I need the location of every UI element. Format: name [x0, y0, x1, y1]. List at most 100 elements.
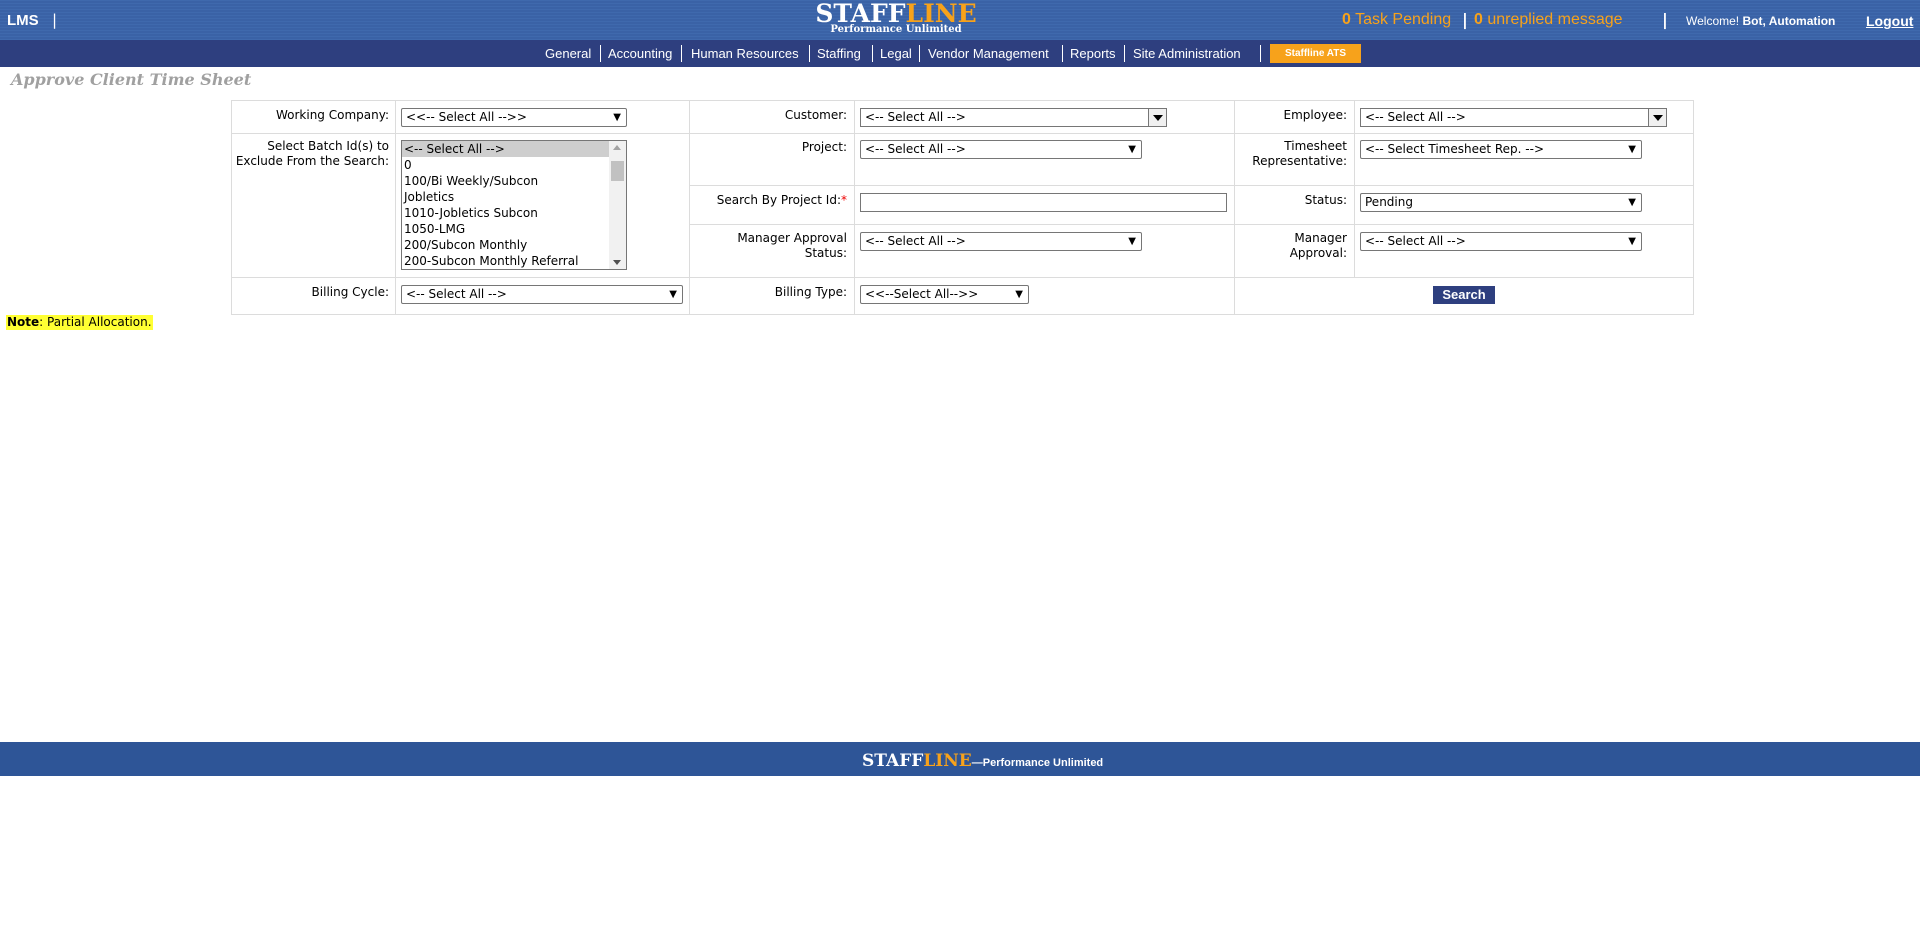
billing-type-select[interactable]: <<--Select All-->> ▼ — [860, 285, 1029, 304]
task-pending-link[interactable]: 0 Task Pending — [1342, 11, 1451, 29]
chevron-down-icon: ▼ — [1015, 289, 1023, 300]
staffline-ats-button[interactable]: Staffline ATS — [1270, 44, 1361, 63]
welcome-label: Welcome! — [1686, 14, 1740, 28]
list-item[interactable]: <-- Select All --> — [402, 141, 626, 157]
footer-logo-staff: STAFF — [862, 751, 924, 771]
task-count: 0 — [1342, 11, 1351, 28]
manager-approval-select[interactable]: <-- Select All --> ▼ — [1360, 232, 1642, 251]
logout-link[interactable]: Logout — [1866, 13, 1913, 29]
scroll-down-icon[interactable] — [613, 260, 621, 265]
nav-divider — [1260, 45, 1261, 62]
page-title: Approve Client Time Sheet — [11, 70, 252, 89]
search-button[interactable]: Search — [1433, 286, 1495, 304]
nav-vendor-management[interactable]: Vendor Management — [928, 46, 1049, 61]
header-divider: | — [1462, 10, 1468, 29]
chevron-down-icon: ▼ — [1128, 236, 1136, 247]
project-label: Project: — [801, 140, 847, 154]
list-item[interactable]: 1010-Jobletics Subcon — [402, 205, 626, 221]
nav-reports[interactable]: Reports — [1070, 46, 1116, 61]
billing-cycle-value: <-- Select All --> — [406, 287, 507, 301]
chevron-down-icon: ▼ — [1628, 197, 1636, 208]
list-item[interactable]: 0 — [402, 157, 626, 173]
message-label: unreplied message — [1487, 11, 1623, 28]
list-item[interactable]: 100/Bi Weekly/Subcon — [402, 173, 626, 189]
listbox-scrollbar[interactable] — [609, 141, 626, 269]
partial-allocation-note: Note: Partial Allocation. — [6, 315, 153, 330]
batch-exclude-label: Select Batch Id(s) to Exclude From the S… — [235, 139, 389, 168]
billing-cycle-select[interactable]: <-- Select All --> ▼ — [401, 285, 683, 304]
list-item[interactable]: Jobletics — [402, 189, 626, 205]
header-divider: | — [1662, 10, 1668, 29]
note-prefix: Note — [7, 315, 40, 329]
dropdown-arrow-icon[interactable] — [1648, 109, 1666, 126]
nav-divider — [809, 45, 810, 62]
nav-site-administration[interactable]: Site Administration — [1133, 46, 1241, 61]
customer-value: <-- Select All --> — [865, 110, 966, 124]
footer-tagline: —Performance Unlimited — [971, 757, 1104, 769]
manager-approval-label: Manager Approval: — [1289, 231, 1347, 260]
project-select[interactable]: <-- Select All --> ▼ — [860, 140, 1142, 159]
employee-value: <-- Select All --> — [1365, 110, 1466, 124]
manager-approval-status-value: <-- Select All --> — [865, 234, 966, 248]
scroll-up-icon[interactable] — [613, 145, 621, 150]
nav-accounting[interactable]: Accounting — [608, 46, 672, 61]
staffline-logo[interactable]: STAFFLINE Performance Unlimited — [813, 0, 979, 38]
unreplied-message-link[interactable]: 0 unreplied message — [1474, 11, 1623, 29]
footer: STAFFLINE—Performance Unlimited — [0, 742, 1920, 776]
project-id-input[interactable] — [860, 193, 1227, 212]
scrollbar-thumb[interactable] — [611, 161, 624, 181]
user-name: Bot, Automation — [1742, 14, 1836, 28]
status-value: Pending — [1365, 195, 1413, 209]
top-header: LMS | STAFFLINE Performance Unlimited 0 … — [0, 0, 1920, 40]
batch-listbox[interactable]: <-- Select All --> 0 100/Bi Weekly/Subco… — [401, 140, 627, 270]
footer-logo-line: LINE — [923, 751, 972, 771]
working-company-label: Working Company: — [275, 108, 389, 122]
billing-cycle-label: Billing Cycle: — [311, 285, 389, 299]
status-label: Status: — [1304, 193, 1347, 207]
list-item[interactable]: 1050-LMG — [402, 221, 626, 237]
nav-divider — [872, 45, 873, 62]
customer-combobox[interactable]: <-- Select All --> — [860, 108, 1167, 127]
working-company-value: <<-- Select All -->> — [406, 110, 527, 124]
required-mark: * — [841, 193, 847, 207]
nav-legal[interactable]: Legal — [880, 46, 912, 61]
project-id-label: Search By Project Id:* — [692, 193, 847, 208]
project-value: <-- Select All --> — [865, 142, 966, 156]
list-item[interactable]: 200/Subcon Monthly — [402, 237, 626, 253]
dropdown-arrow-icon[interactable] — [1148, 109, 1166, 126]
nav-general[interactable]: General — [545, 46, 591, 61]
chevron-down-icon: ▼ — [1628, 144, 1636, 155]
nav-divider — [1062, 45, 1063, 62]
nav-divider — [1124, 45, 1125, 62]
manager-approval-status-select[interactable]: <-- Select All --> ▼ — [860, 232, 1142, 251]
billing-type-label: Billing Type: — [774, 285, 847, 299]
employee-label: Employee: — [1283, 108, 1347, 122]
status-select[interactable]: Pending ▼ — [1360, 193, 1642, 212]
chevron-down-icon: ▼ — [1128, 144, 1136, 155]
footer-logo: STAFFLINE—Performance Unlimited — [862, 751, 1103, 771]
nav-divider — [919, 45, 920, 62]
manager-approval-status-label: Manager Approval Status: — [737, 231, 847, 260]
manager-approval-value: <-- Select All --> — [1365, 234, 1466, 248]
timesheet-rep-select[interactable]: <-- Select Timesheet Rep. --> ▼ — [1360, 140, 1642, 159]
nav-divider — [600, 45, 601, 62]
main-nav: General Accounting Human Resources Staff… — [0, 40, 1920, 67]
app-name[interactable]: LMS — [7, 12, 39, 29]
chevron-down-icon: ▼ — [669, 289, 677, 300]
working-company-select[interactable]: <<-- Select All -->> ▼ — [401, 108, 627, 127]
chevron-down-icon: ▼ — [1628, 236, 1636, 247]
task-label: Task Pending — [1355, 11, 1452, 28]
nav-human-resources[interactable]: Human Resources — [691, 46, 799, 61]
nav-staffing[interactable]: Staffing — [817, 46, 861, 61]
chevron-down-icon: ▼ — [613, 112, 621, 123]
billing-type-value: <<--Select All-->> — [865, 287, 979, 301]
welcome-text: Welcome! Bot, Automation — [1686, 14, 1835, 28]
logo-tagline: Performance Unlimited — [830, 24, 962, 35]
header-separator: | — [52, 11, 58, 29]
employee-combobox[interactable]: <-- Select All --> — [1360, 108, 1667, 127]
project-id-label-text: Search By Project Id: — [716, 193, 841, 207]
nav-divider — [681, 45, 682, 62]
message-count: 0 — [1474, 11, 1483, 28]
list-item[interactable]: 200-Subcon Monthly Referral — [402, 253, 626, 269]
timesheet-rep-label: Timesheet Representative: — [1252, 139, 1347, 168]
